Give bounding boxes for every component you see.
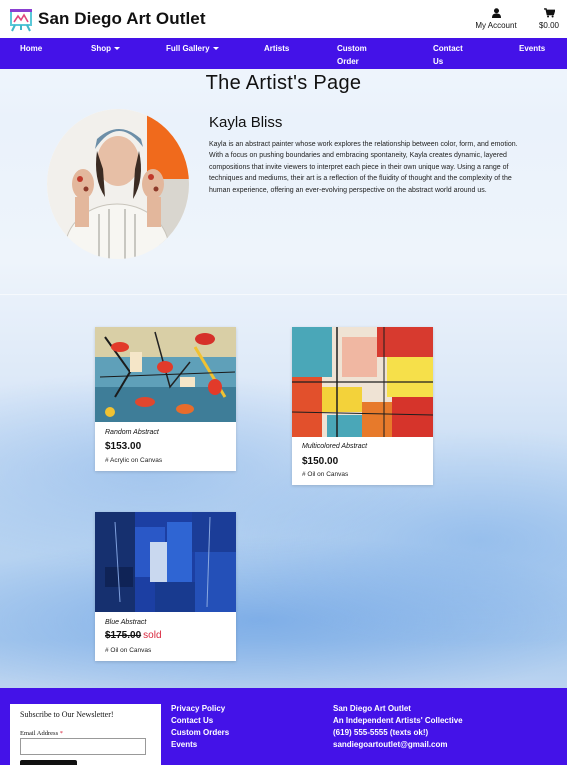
footer-org-name: San Diego Art Outlet: [333, 704, 411, 713]
nav-custom-order-label: Custom Order: [337, 44, 367, 66]
nav-full-gallery[interactable]: Full Gallery: [166, 42, 219, 55]
nav-events-label: Events: [519, 44, 546, 53]
product-price: $153.00: [105, 441, 143, 452]
nav-home[interactable]: Home: [20, 42, 42, 55]
my-account-label: My Account: [475, 21, 517, 30]
artist-portrait: [47, 109, 189, 259]
artist-bio: Kayla is an abstract painter whose work …: [209, 141, 518, 194]
product-tag[interactable]: # Oil on Canvas: [105, 647, 151, 654]
nav-artists-label: Artists: [264, 44, 290, 53]
easel-logo-icon[interactable]: [10, 8, 32, 32]
cart-link[interactable]: $0.00: [534, 8, 564, 30]
section-divider: [0, 294, 567, 295]
product-price: $150.00: [302, 456, 340, 467]
price-value: $175.00: [105, 630, 142, 641]
site-footer: Subscribe to Our Newsletter! Email Addre…: [0, 688, 567, 765]
product-card[interactable]: Multicolored Abstract $150.00 # Oil on C…: [292, 327, 433, 485]
nav-shop-label: Shop: [91, 44, 111, 53]
artwork-blue-abstract: [95, 512, 236, 612]
main-nav: Home Shop Full Gallery Artists Custom Or…: [0, 38, 567, 69]
product-title[interactable]: Random Abstract: [105, 429, 159, 436]
footer-link-custom-orders[interactable]: Custom Orders: [171, 727, 229, 739]
product-tag[interactable]: # Acrylic on Canvas: [105, 457, 162, 464]
footer-tagline: An Independent Artists' Collective: [333, 716, 463, 725]
required-mark: *: [59, 730, 63, 737]
nav-custom-order[interactable]: Custom Order: [337, 42, 377, 68]
product-image-multicolored-abstract[interactable]: [292, 327, 433, 437]
newsletter-title: Subscribe to Our Newsletter!: [20, 710, 114, 719]
product-title[interactable]: Multicolored Abstract: [302, 443, 367, 450]
cart-icon: [543, 8, 555, 18]
email-label: Email Address *: [20, 730, 63, 737]
product-tag[interactable]: # Oil on Canvas: [302, 471, 348, 478]
artist-name: Kayla Bliss: [209, 114, 283, 131]
footer-link-privacy[interactable]: Privacy Policy: [171, 703, 229, 715]
cart-total: $0.00: [538, 21, 560, 30]
product-card[interactable]: Blue Abstract $175.00 sold # Oil on Canva…: [95, 512, 236, 661]
chevron-down-icon: [114, 47, 120, 51]
user-icon: [491, 8, 501, 18]
footer-link-events[interactable]: Events: [171, 739, 229, 751]
page-title: The Artist's Page: [205, 72, 362, 94]
price-value: $150.00: [302, 456, 339, 467]
nav-contact-us-label: Contact Us: [433, 44, 463, 66]
artist-photo: [47, 109, 189, 259]
nav-home-label: Home: [20, 44, 43, 53]
brand-name[interactable]: San Diego Art Outlet: [38, 9, 206, 29]
product-image-random-abstract[interactable]: [95, 327, 236, 422]
chevron-down-icon: [212, 47, 219, 51]
nav-artists[interactable]: Artists: [264, 42, 289, 55]
my-account-link[interactable]: My Account: [472, 8, 520, 30]
artwork-multicolored-abstract: [292, 327, 433, 437]
product-image-blue-abstract[interactable]: [95, 512, 236, 612]
product-title[interactable]: Blue Abstract: [105, 619, 146, 626]
footer-phone[interactable]: (619) 555-5555 (texts ok!): [333, 727, 463, 739]
email-field[interactable]: [20, 738, 146, 755]
email-label-text: Email Address: [20, 730, 59, 737]
newsletter-form: Subscribe to Our Newsletter! Email Addre…: [10, 704, 161, 765]
nav-events[interactable]: Events: [519, 42, 545, 55]
footer-links: Privacy Policy Contact Us Custom Orders …: [171, 703, 229, 751]
nav-full-gallery-label: Full Gallery: [166, 44, 210, 53]
site-header: San Diego Art Outlet My Account $0.00: [0, 0, 567, 38]
product-card[interactable]: Random Abstract $153.00 # Acrylic on Can…: [95, 327, 236, 471]
nav-shop[interactable]: Shop: [91, 42, 120, 55]
footer-link-contact[interactable]: Contact Us: [171, 715, 229, 727]
price-value: $153.00: [105, 441, 142, 452]
subscribe-button[interactable]: [20, 760, 77, 765]
footer-email[interactable]: sandiegoartoutlet@gmail.com: [333, 739, 463, 751]
artwork-random-abstract: [95, 327, 236, 422]
product-price: $175.00 sold: [105, 630, 162, 641]
sold-label: sold: [143, 630, 162, 641]
nav-contact-us[interactable]: Contact Us: [433, 42, 467, 68]
footer-info: San Diego Art Outlet An Independent Arti…: [333, 703, 463, 751]
